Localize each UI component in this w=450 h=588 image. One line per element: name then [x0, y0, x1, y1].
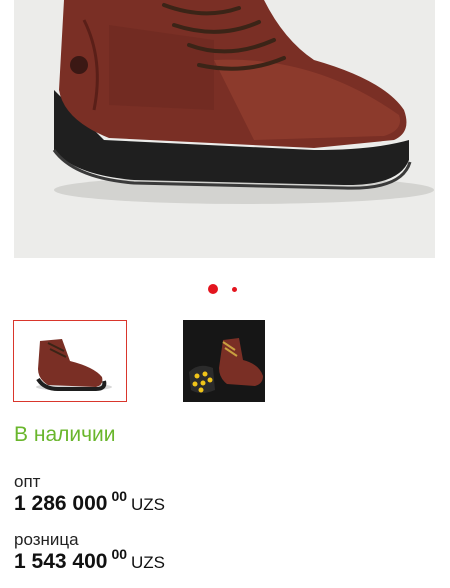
product-main-image[interactable] [14, 0, 435, 258]
retail-price-currency: UZS [131, 553, 166, 572]
wholesale-price-label: опт [14, 472, 41, 491]
gallery-pagination [0, 283, 450, 295]
pagination-dot-2[interactable] [232, 287, 237, 292]
wholesale-price: 1 286 000 00 UZS [14, 488, 166, 516]
retail-price-cents: 00 [111, 546, 128, 562]
boot-image [14, 0, 435, 258]
retail-price-amount: 1 543 400 [14, 550, 108, 573]
wholesale-price-currency: UZS [131, 495, 166, 514]
thumbnail-1[interactable] [13, 320, 127, 402]
thumbnail-2[interactable] [183, 320, 265, 402]
retail-price-label: розница [14, 530, 79, 549]
thumbnail-boot-image [36, 339, 112, 391]
wholesale-price-amount: 1 286 000 [14, 492, 108, 515]
wholesale-price-cents: 00 [111, 488, 128, 504]
pagination-dot-1[interactable] [208, 284, 218, 294]
availability-status: В наличии [14, 423, 116, 446]
thumbnail-boot-sole-image [183, 320, 265, 402]
retail-price: 1 543 400 00 UZS [14, 546, 166, 574]
